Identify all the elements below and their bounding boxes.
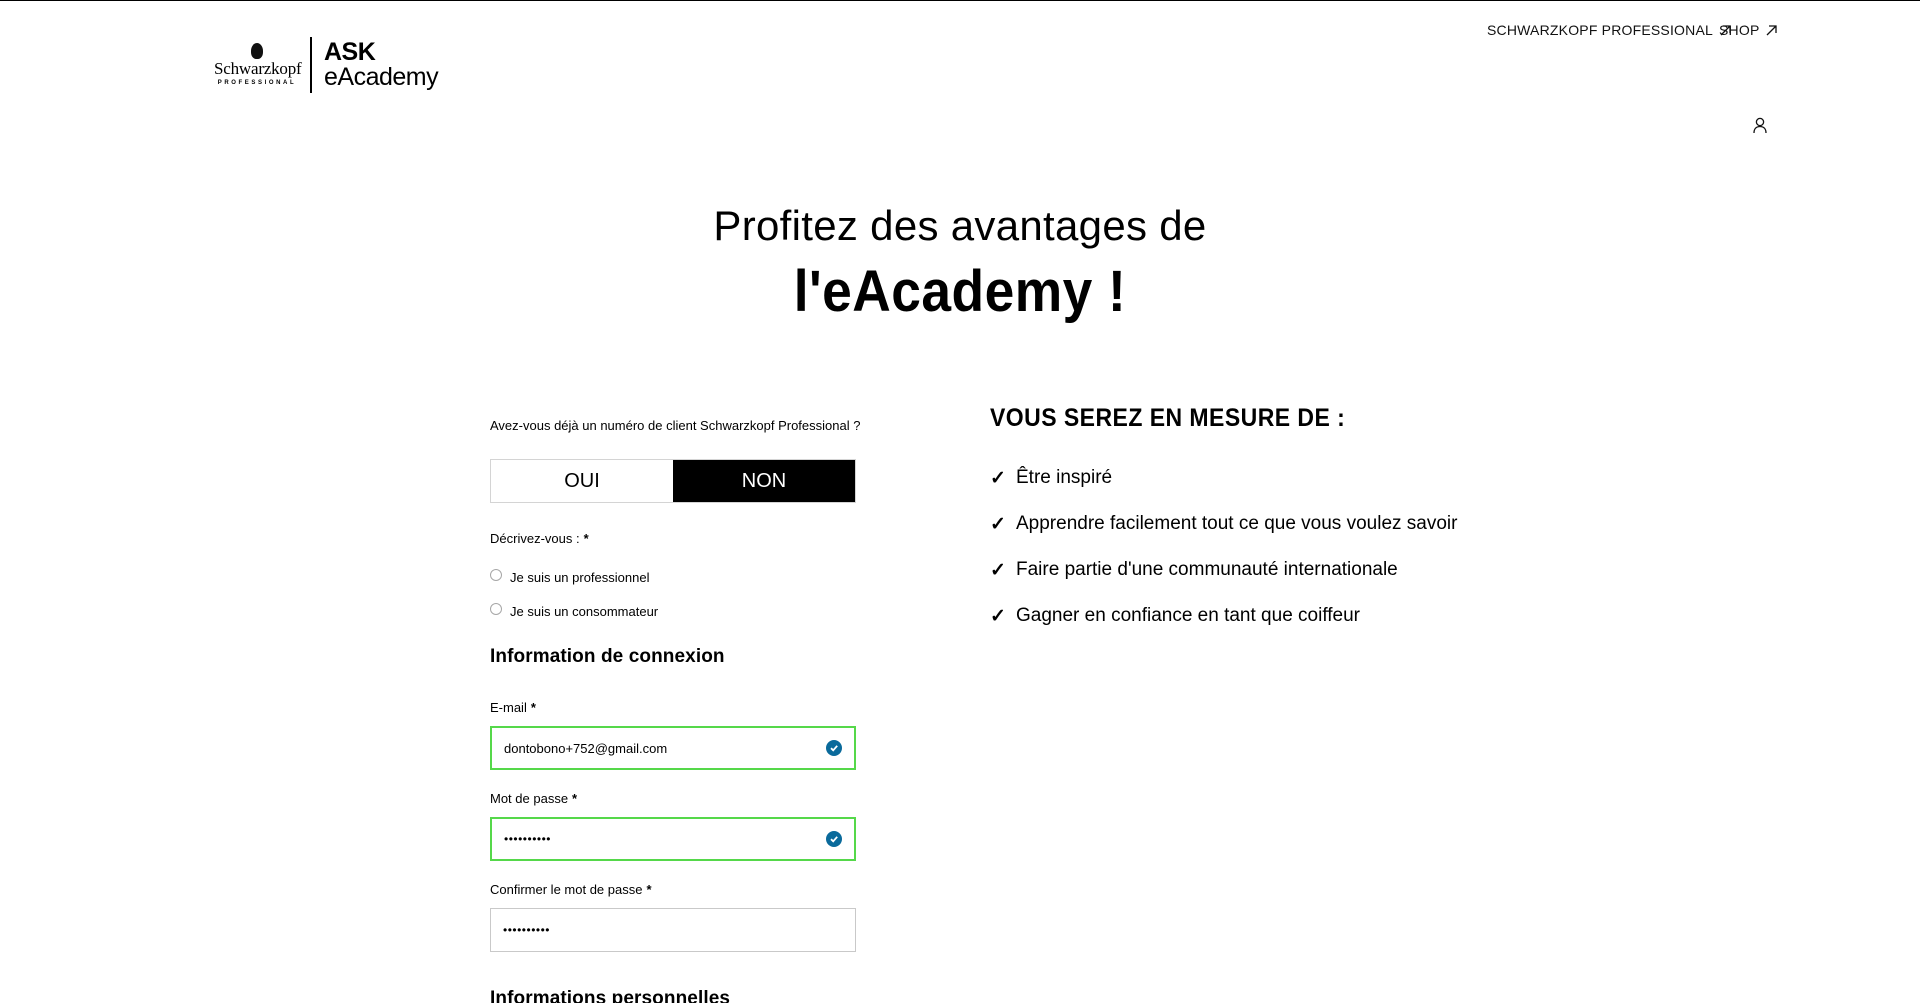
confirm-password-field[interactable]: •••••••••• [490, 908, 856, 952]
password-field[interactable]: •••••••••• [490, 817, 856, 861]
schwarzkopf-logo: Schwarzkopf PROFESSIONAL [214, 42, 302, 88]
required-mark: * [530, 700, 536, 715]
benefit-text: Apprendre facilement tout ce que vous vo… [1016, 513, 1458, 534]
valid-check-icon [826, 831, 842, 847]
check-icon: ✓ [990, 467, 1006, 489]
eacademy-logo: ASK eAcademy [324, 38, 439, 91]
section-title-connexion: Information de connexion [490, 646, 725, 667]
describe-label: Décrivez-vous : * [490, 531, 589, 546]
logo-divider [310, 37, 312, 93]
password-value: •••••••••• [504, 832, 552, 846]
section-title-personal: Informations personnelles [490, 988, 731, 1003]
benefit-text: Faire partie d'une communauté internatio… [1016, 559, 1398, 580]
describe-label-text: Décrivez-vous : [490, 531, 580, 546]
required-mark: * [583, 531, 589, 546]
benefit-item: ✓ Être inspiré [990, 455, 1590, 501]
email-value: dontobono+752@gmail.com [504, 740, 668, 756]
toggle-oui-button[interactable]: OUI [491, 460, 673, 502]
benefit-item: ✓ Faire partie d'une communauté internat… [990, 547, 1590, 593]
confirm-password-label: Confirmer le mot de passe * [490, 882, 652, 897]
password-label-text: Mot de passe [490, 791, 569, 806]
email-label: E-mail * [490, 700, 536, 715]
logo-ask: ASK [324, 38, 376, 66]
external-arrow-icon [1767, 24, 1778, 35]
logo-brand-sub: PROFESSIONAL [217, 79, 297, 86]
shop-link[interactable]: SHOP [1719, 22, 1778, 38]
nav-link-label: SCHWARZKOPF PROFESSIONAL [1487, 22, 1713, 38]
radio-label: Je suis un consommateur [510, 604, 659, 619]
benefit-item: ✓ Gagner en confiance en tant que coiffe… [990, 593, 1590, 639]
radio-button[interactable] [490, 602, 502, 615]
confirm-password-value: •••••••••• [503, 923, 551, 937]
logo-brand-name: Schwarzkopf [214, 58, 302, 78]
required-mark: * [646, 882, 652, 897]
top-border [0, 0, 1920, 1]
check-icon: ✓ [990, 513, 1006, 535]
benefits-list: ✓ Être inspiré ✓ Apprendre facilement to… [990, 455, 1590, 639]
check-icon: ✓ [990, 605, 1006, 627]
benefit-text: Être inspiré [1016, 467, 1113, 488]
toggle-non-button[interactable]: NON [673, 460, 855, 502]
nav-link-label: SHOP [1719, 22, 1760, 38]
customer-number-question: Avez-vous déjà un numéro de client Schwa… [490, 418, 861, 433]
silhouette-logo-icon [251, 42, 263, 59]
radio-label: Je suis un professionnel [510, 570, 650, 585]
email-field[interactable]: dontobono+752@gmail.com [490, 726, 856, 770]
radio-option-consumer[interactable]: Je suis un consommateur [490, 602, 659, 619]
schwarzkopf-professional-link[interactable]: SCHWARZKOPF PROFESSIONAL [1487, 22, 1732, 38]
password-label: Mot de passe * [490, 791, 577, 806]
top-navigation: SCHWARZKOPF PROFESSIONAL SHOP [0, 22, 1920, 42]
site-logo[interactable]: Schwarzkopf PROFESSIONAL ASK eAcademy [214, 36, 439, 94]
benefit-text: Gagner en confiance en tant que coiffeur [1016, 605, 1361, 626]
benefits-panel: VOUS SEREZ EN MESURE DE : ✓ Être inspiré… [990, 404, 1590, 639]
user-icon [1753, 117, 1767, 134]
radio-button[interactable] [490, 568, 502, 581]
check-icon: ✓ [990, 559, 1006, 581]
email-label-text: E-mail [490, 700, 527, 715]
confirm-password-label-text: Confirmer le mot de passe [490, 882, 643, 897]
hero-subtitle: Profitez des avantages de [713, 202, 1207, 249]
benefit-item: ✓ Apprendre facilement tout ce que vous … [990, 501, 1590, 547]
radio-option-professional[interactable]: Je suis un professionnel [490, 568, 650, 585]
hero-title: l'eAcademy ! [793, 259, 1127, 324]
logo-eacademy: eAcademy [324, 63, 439, 91]
required-mark: * [572, 791, 578, 806]
valid-check-icon [826, 740, 842, 756]
customer-number-toggle: OUI NON [490, 459, 856, 503]
benefits-title: VOUS SEREZ EN MESURE DE : [990, 404, 1346, 432]
account-button[interactable] [1751, 116, 1769, 134]
